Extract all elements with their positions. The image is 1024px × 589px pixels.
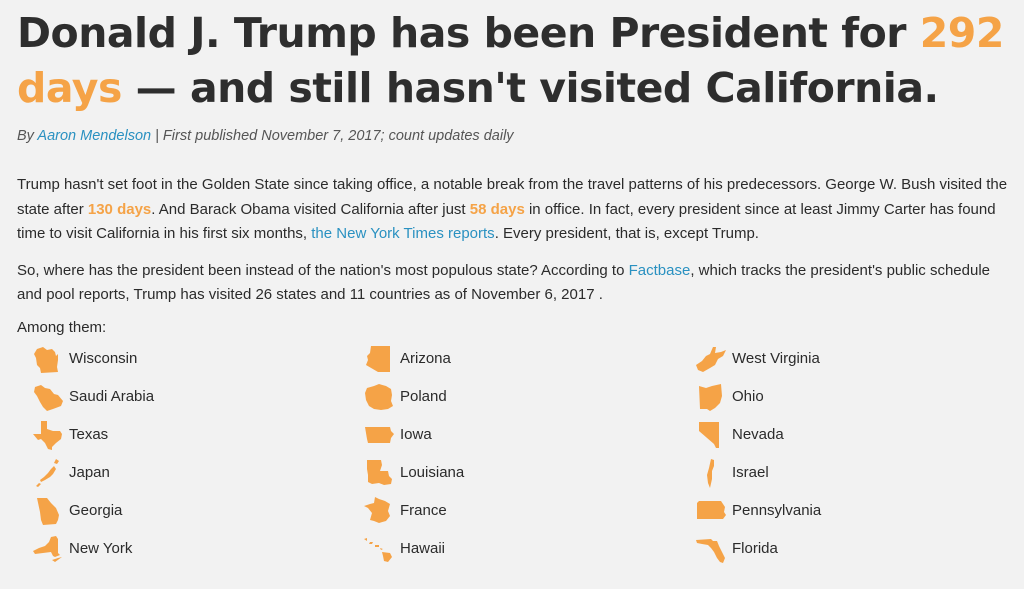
paragraph-intro: Trump hasn't set foot in the Golden Stat… xyxy=(17,173,1008,247)
place-arizona: Arizona xyxy=(362,342,451,376)
texas-shape-icon xyxy=(33,420,62,450)
place-japan: Japan xyxy=(31,456,110,490)
place-label: Poland xyxy=(400,388,447,405)
place-texas: Texas xyxy=(31,418,108,452)
byline-by: By xyxy=(17,128,38,144)
japan-shape-icon xyxy=(36,458,59,487)
para1-text-4: . Every president, that is, except Trump… xyxy=(494,225,759,242)
place-label: Texas xyxy=(69,426,109,443)
place-label: Hawaii xyxy=(400,540,446,557)
obama-days: 58 days xyxy=(469,200,525,218)
place-label: Louisiana xyxy=(400,464,465,481)
place-florida: Florida xyxy=(694,532,778,566)
headline-part1: Donald J. Trump has been President for xyxy=(17,9,920,57)
west-virginia-shape-icon xyxy=(696,346,726,372)
place-pennsylvania: Pennsylvania xyxy=(694,494,821,528)
factbase-link[interactable]: Factbase xyxy=(629,262,691,279)
places-grid: Wisconsin Arizona West Virginia Saudi Ar… xyxy=(17,342,1008,572)
place-nevada: Nevada xyxy=(694,418,784,452)
place-label: France xyxy=(400,502,447,519)
wisconsin-shape-icon xyxy=(34,346,58,373)
among-label: Among them: xyxy=(17,318,107,336)
place-label: Georgia xyxy=(69,502,123,519)
new-york-shape-icon xyxy=(33,535,62,562)
place-label: New York xyxy=(69,540,133,557)
israel-shape-icon xyxy=(707,458,714,488)
france-shape-icon xyxy=(364,496,390,523)
place-hawaii: Hawaii xyxy=(362,532,445,566)
para2-text-1: So, where has the president been instead… xyxy=(17,261,629,279)
arizona-shape-icon xyxy=(366,345,390,372)
louisiana-shape-icon xyxy=(367,459,392,485)
place-label: Iowa xyxy=(400,426,432,443)
saudi-arabia-shape-icon xyxy=(34,384,63,411)
poland-shape-icon xyxy=(365,383,393,410)
bush-days: 130 days xyxy=(87,200,152,218)
days-word: days xyxy=(17,64,122,112)
place-france: France xyxy=(362,494,447,528)
days-count: 292 xyxy=(919,9,1005,57)
place-label: Nevada xyxy=(732,426,784,443)
place-louisiana: Louisiana xyxy=(362,456,464,490)
place-label: Saudi Arabia xyxy=(69,388,155,405)
nevada-shape-icon xyxy=(699,421,719,448)
paragraph-factbase: So, where has the president been instead… xyxy=(17,259,1008,308)
para1-text-2: . And Barack Obama visited California af… xyxy=(151,200,470,218)
florida-shape-icon xyxy=(696,538,725,563)
place-label: Israel xyxy=(732,464,769,481)
georgia-shape-icon xyxy=(37,497,59,525)
ohio-shape-icon xyxy=(699,383,722,411)
place-label: West Virginia xyxy=(732,350,820,367)
author-link[interactable]: Aaron Mendelson xyxy=(37,128,151,144)
place-label: Ohio xyxy=(732,388,764,405)
place-saudi-arabia: Saudi Arabia xyxy=(31,380,154,414)
place-iowa: Iowa xyxy=(362,418,432,452)
place-poland: Poland xyxy=(362,380,447,414)
place-label: Wisconsin xyxy=(69,350,138,367)
headline: Donald J. Trump has been President for 2… xyxy=(17,6,1008,116)
place-label: Pennsylvania xyxy=(732,502,822,519)
place-wisconsin: Wisconsin xyxy=(31,342,137,376)
place-new-york: New York xyxy=(31,532,132,566)
place-israel: Israel xyxy=(694,456,769,490)
place-label: Arizona xyxy=(400,350,451,367)
place-ohio: Ohio xyxy=(694,380,764,414)
place-georgia: Georgia xyxy=(31,494,122,528)
headline-part2: — and still hasn't visited California. xyxy=(121,64,939,112)
byline-date: | First published November 7, 2017; coun… xyxy=(151,128,514,144)
place-west-virginia: West Virginia xyxy=(694,342,820,376)
pennsylvania-shape-icon xyxy=(697,500,726,519)
place-label: Florida xyxy=(732,540,778,557)
byline: By Aaron Mendelson | First published Nov… xyxy=(17,128,1008,144)
iowa-shape-icon xyxy=(365,426,394,443)
place-label: Japan xyxy=(69,464,110,481)
article: Donald J. Trump has been President for 2… xyxy=(0,0,1024,572)
nyt-link[interactable]: the New York Times reports xyxy=(311,225,494,242)
hawaii-shape-icon xyxy=(364,537,392,562)
